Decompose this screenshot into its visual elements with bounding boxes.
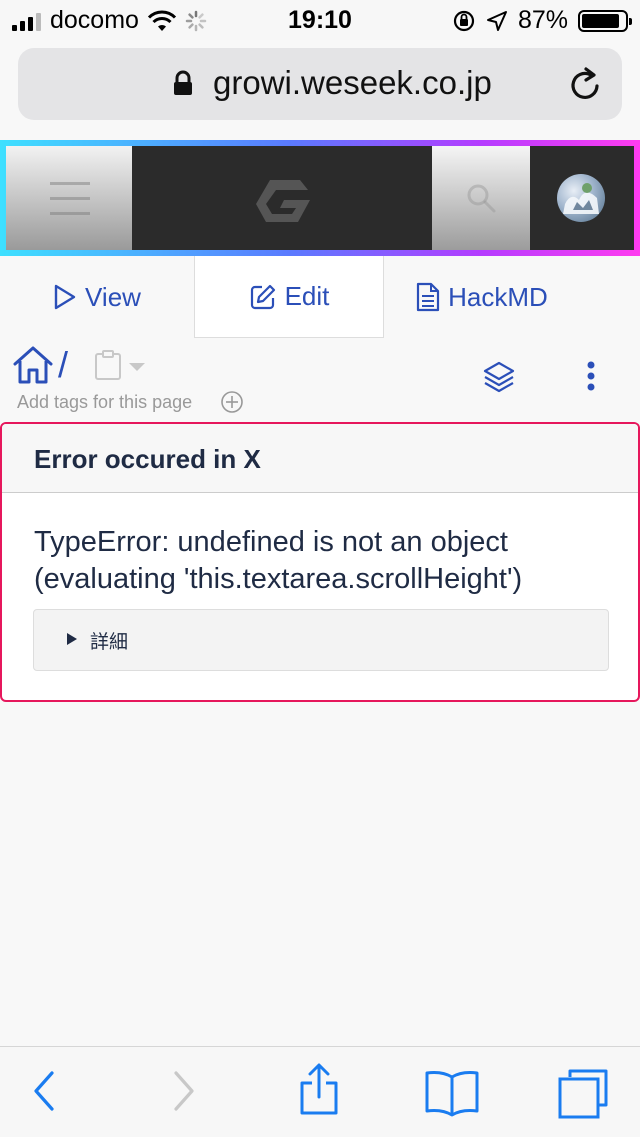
page-mode-tabs: View Edit HackMD <box>0 256 640 338</box>
breadcrumb-separator: / <box>58 344 69 385</box>
app-navbar <box>0 140 640 256</box>
address-bar[interactable]: growi.weseek.co.jp <box>18 48 622 120</box>
back-icon[interactable] <box>32 1071 56 1111</box>
search-button[interactable] <box>432 146 530 250</box>
tab-view-label: View <box>85 281 141 312</box>
avatar-image <box>563 183 599 214</box>
reload-icon[interactable] <box>570 66 604 102</box>
browser-toolbar <box>0 1046 640 1137</box>
tags-placeholder[interactable]: Add tags for this page <box>17 392 192 413</box>
layers-icon[interactable] <box>482 360 516 394</box>
status-bar: docomo 19:10 87% <box>0 0 640 40</box>
chevron-down-icon[interactable] <box>128 362 146 372</box>
battery-percent: 87% <box>517 6 568 34</box>
battery-icon <box>578 9 632 32</box>
tab-hackmd[interactable]: HackMD <box>384 256 580 338</box>
tabs-icon[interactable] <box>556 1067 610 1119</box>
growi-logo-icon[interactable] <box>254 176 314 226</box>
orientation-lock-icon <box>453 10 475 31</box>
document-icon <box>417 282 440 312</box>
disclosure-triangle-icon <box>67 633 77 645</box>
lock-icon <box>174 70 192 95</box>
error-card: Error occured in X TypeError: undefined … <box>0 422 640 702</box>
share-icon[interactable] <box>298 1063 340 1117</box>
home-icon[interactable] <box>12 344 54 386</box>
add-tag-icon[interactable] <box>220 390 244 414</box>
location-arrow-icon <box>486 10 507 31</box>
bookmarks-icon[interactable] <box>424 1069 480 1117</box>
tab-edit-label: Edit <box>284 281 330 311</box>
url-text[interactable]: growi.weseek.co.jp <box>213 64 492 102</box>
error-message: TypeError: undefined is not an object (e… <box>34 526 523 595</box>
more-options-icon[interactable] <box>584 360 598 392</box>
search-icon <box>467 184 496 213</box>
clipboard-icon[interactable] <box>94 350 122 380</box>
tab-hackmd-label: HackMD <box>448 281 548 312</box>
menu-toggle-button[interactable] <box>6 146 132 250</box>
play-outline-icon <box>54 284 76 310</box>
forward-icon[interactable] <box>172 1071 196 1111</box>
pencil-square-icon <box>250 284 275 309</box>
tab-edit[interactable]: Edit <box>194 256 384 338</box>
error-details-toggle[interactable]: 詳細 <box>33 609 609 671</box>
error-details-label: 詳細 <box>90 631 129 653</box>
navbar-inner <box>6 146 634 250</box>
user-avatar[interactable] <box>557 174 605 222</box>
error-title: Error occured in X <box>34 444 261 474</box>
status-bar-right: 87% <box>452 6 632 35</box>
tab-view[interactable]: View <box>0 256 194 338</box>
